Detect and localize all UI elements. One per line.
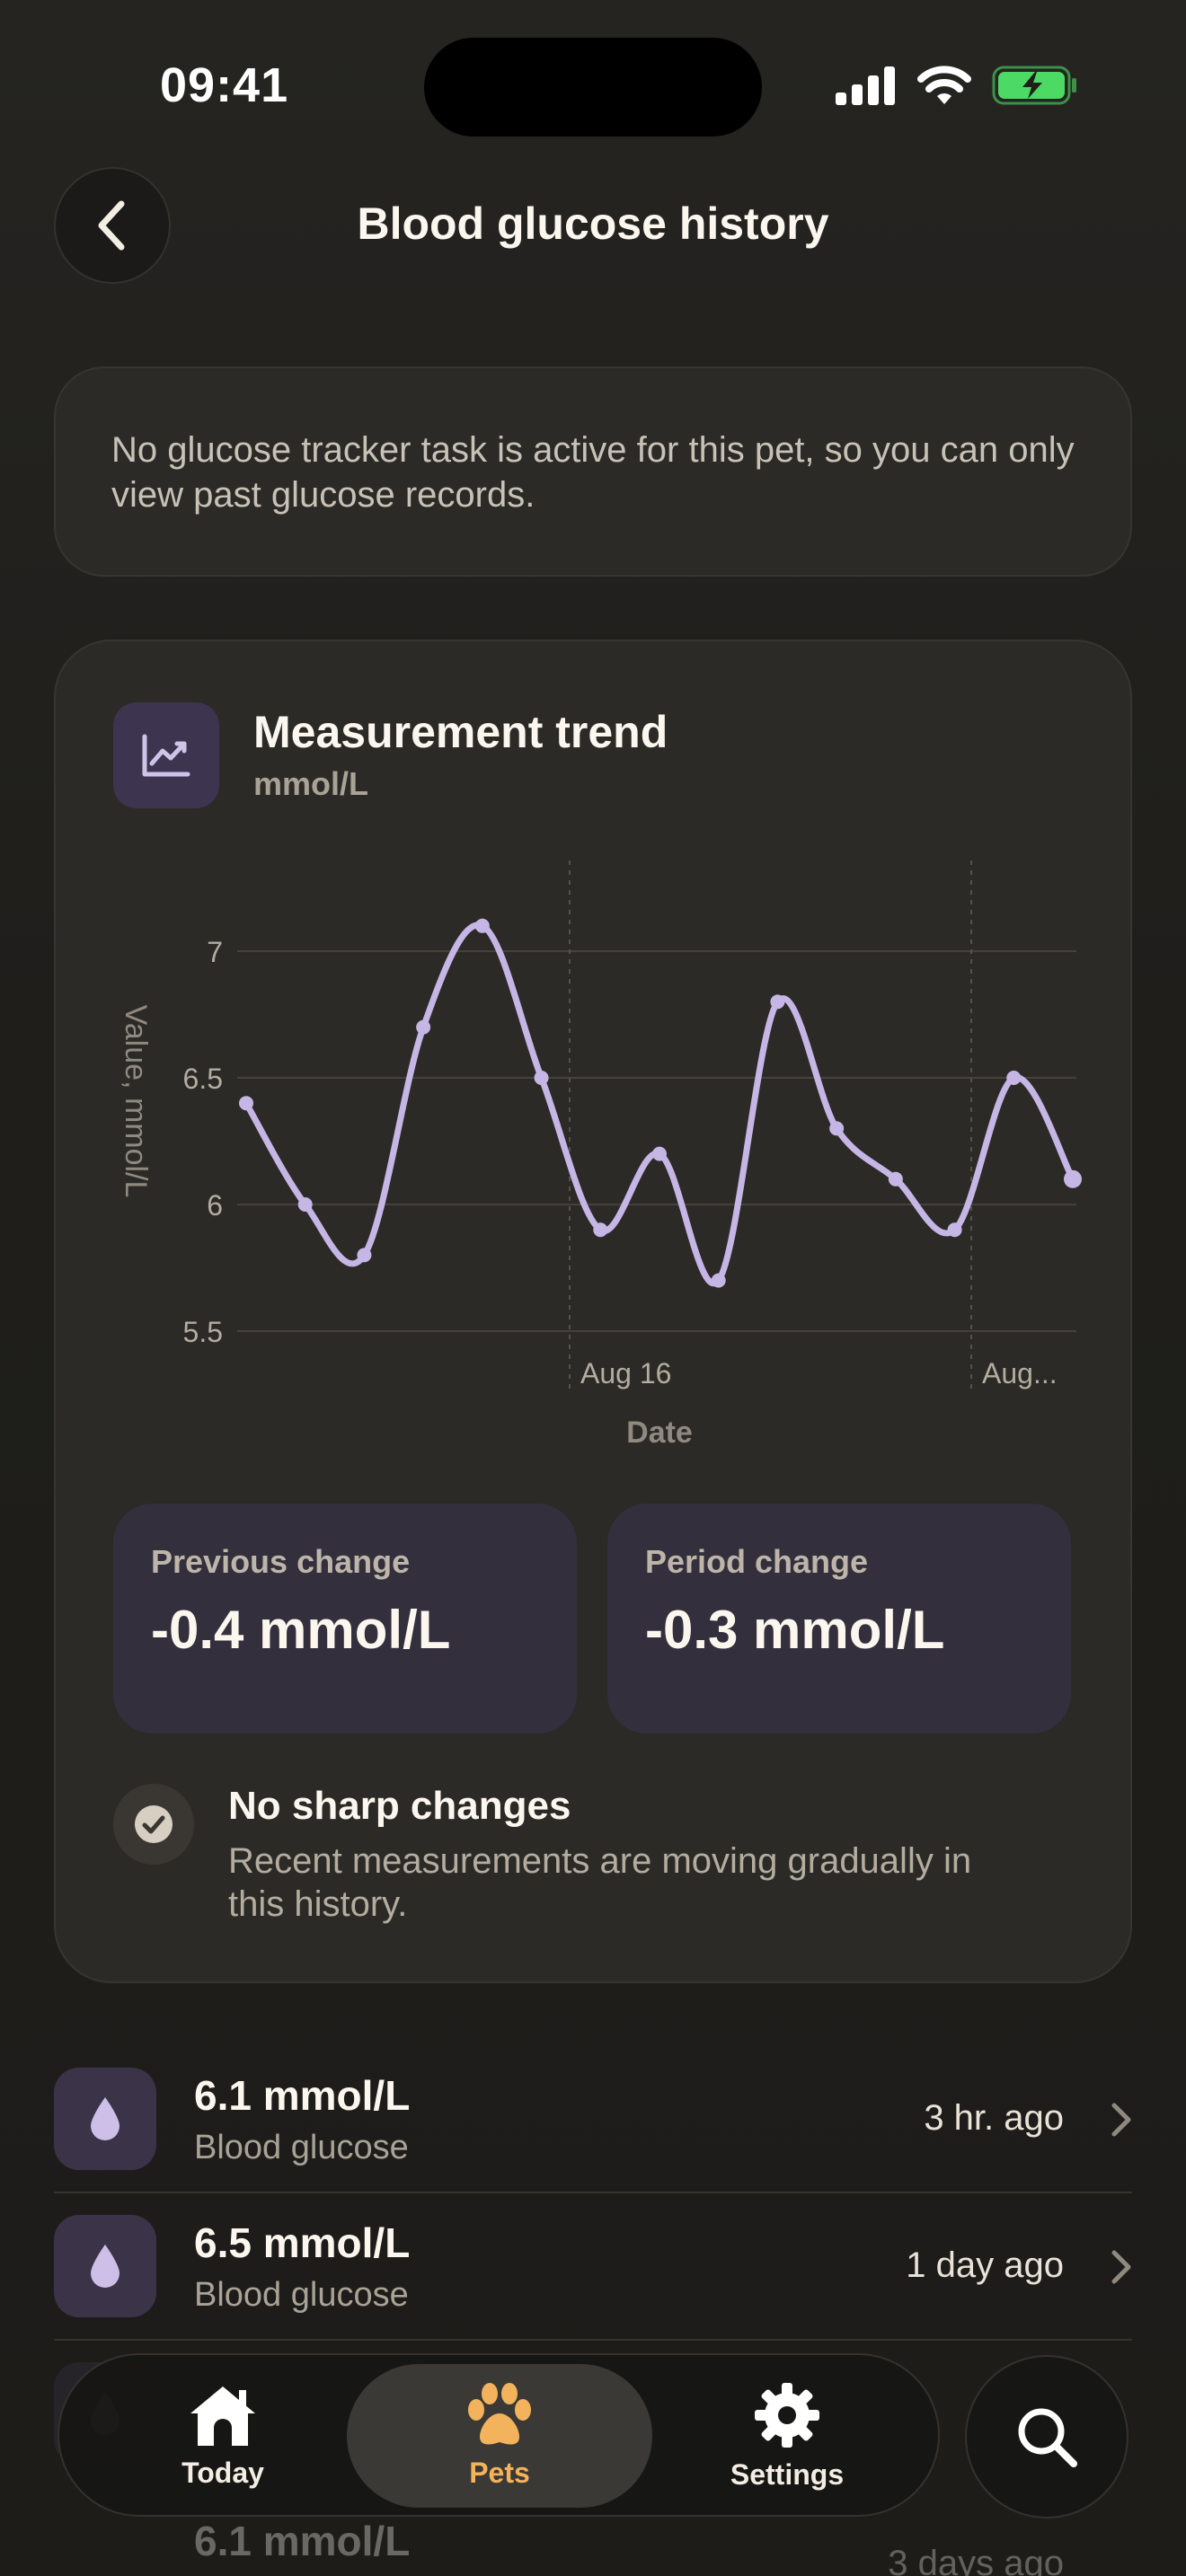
tab-today[interactable]: Today [115,2364,331,2508]
chart-x-axis-label: Date [626,1416,693,1450]
record-row[interactable]: 6.5 mmol/L Blood glucose 1 day ago [54,2193,1132,2341]
info-card: No glucose tracker task is active for th… [54,366,1132,577]
chart-data-point [652,1146,667,1161]
trend-card: Measurement trend mmol/L 7 6.5 6 5.5 Aug 16 A… [54,640,1132,1983]
battery-charging-icon [992,66,1076,105]
record-type: Blood glucose [194,2129,409,2166]
chart-data-point [947,1222,962,1238]
drop-icon-box [54,2068,156,2170]
drop-icon-box [54,2215,156,2317]
status-bar: 09:41 [0,0,1186,171]
chart-data-point [593,1222,608,1238]
record-value: 6.1 mmol/L [194,2518,411,2564]
chart-data-point [829,1121,845,1136]
previous-change-value: -0.4 mmol/L [151,1600,451,1660]
assessment-title: No sharp changes [228,1784,571,1828]
glucose-line-chart: 7 6.5 6 5.5 Aug 16 Aug... Value, mmol/L Date [119,860,1082,1450]
status-icons [834,65,1078,106]
chart-data-point [416,1019,431,1035]
house-icon [190,2386,255,2446]
search-button[interactable] [965,2355,1128,2519]
tab-pets[interactable]: Pets [347,2364,652,2508]
tab-label: Today [181,2456,264,2489]
cellular-signal-icon [836,66,895,105]
tab-bar: Today Pets Settings [58,2353,940,2517]
assessment-description: Recent measurements are moving gradually… [228,1841,972,1924]
check-circle-icon [113,1784,194,1865]
wifi-icon [917,66,971,104]
chart-data-point [474,918,490,933]
chart-y-tick-label: 6 [207,1189,223,1222]
chart-x-tick-label: Aug 16 [580,1357,671,1389]
tab-settings[interactable]: Settings [670,2364,904,2508]
paw-icon [468,2382,531,2444]
chart-data-point [1064,1169,1082,1188]
record-type: Blood glucose [194,2276,409,2314]
period-change-label: Period change [645,1543,869,1580]
record-time: 3 hr. ago [924,2098,1064,2138]
chart-y-tick-label: 6.5 [183,1063,223,1095]
search-icon [1018,2408,1077,2467]
period-change-box: Period change -0.3 mmol/L [607,1504,1071,1734]
chart-y-axis-label: Value, mmol/L [119,1005,153,1198]
previous-change-label: Previous change [151,1543,411,1580]
chart-data-point [534,1071,549,1085]
chart-data-point [770,994,785,1010]
chart-data-point [1006,1071,1022,1085]
chevron-right-icon [1111,2250,1131,2284]
gear-icon [755,2382,819,2448]
dynamic-island [424,38,762,137]
drop-icon [91,2097,119,2140]
chevron-right-icon [1111,2103,1131,2137]
chart-y-tick-label: 5.5 [183,1316,223,1348]
tab-label: Pets [469,2456,530,2489]
chart-data-point [239,1096,253,1111]
chart-y-tick-label: 7 [207,936,223,968]
info-text: No glucose tracker task is active for th… [111,430,1075,515]
status-time: 09:41 [160,58,289,112]
chart-x-tick-label: Aug... [982,1357,1058,1389]
chart-data-point [357,1248,372,1263]
chart-data-point [888,1171,903,1187]
record-row[interactable]: 6.1 mmol/L Blood glucose 3 hr. ago [54,2046,1132,2193]
glucose-history-screen: 09:41 Blood glucose history No glucose t… [0,0,1186,2576]
period-change-value: -0.3 mmol/L [645,1600,945,1660]
drop-icon [91,2245,119,2288]
tab-label: Settings [730,2457,845,2491]
record-value: 6.5 mmol/L [194,2219,411,2266]
record-time: 1 day ago [906,2245,1064,2285]
page-title: Blood glucose history [357,198,829,249]
chart-data-point [711,1273,726,1288]
record-value: 6.1 mmol/L [194,2072,411,2119]
chart-data-point [297,1197,313,1212]
previous-change-box: Previous change -0.4 mmol/L [113,1504,577,1734]
record-time: 3 days ago [888,2544,1064,2576]
